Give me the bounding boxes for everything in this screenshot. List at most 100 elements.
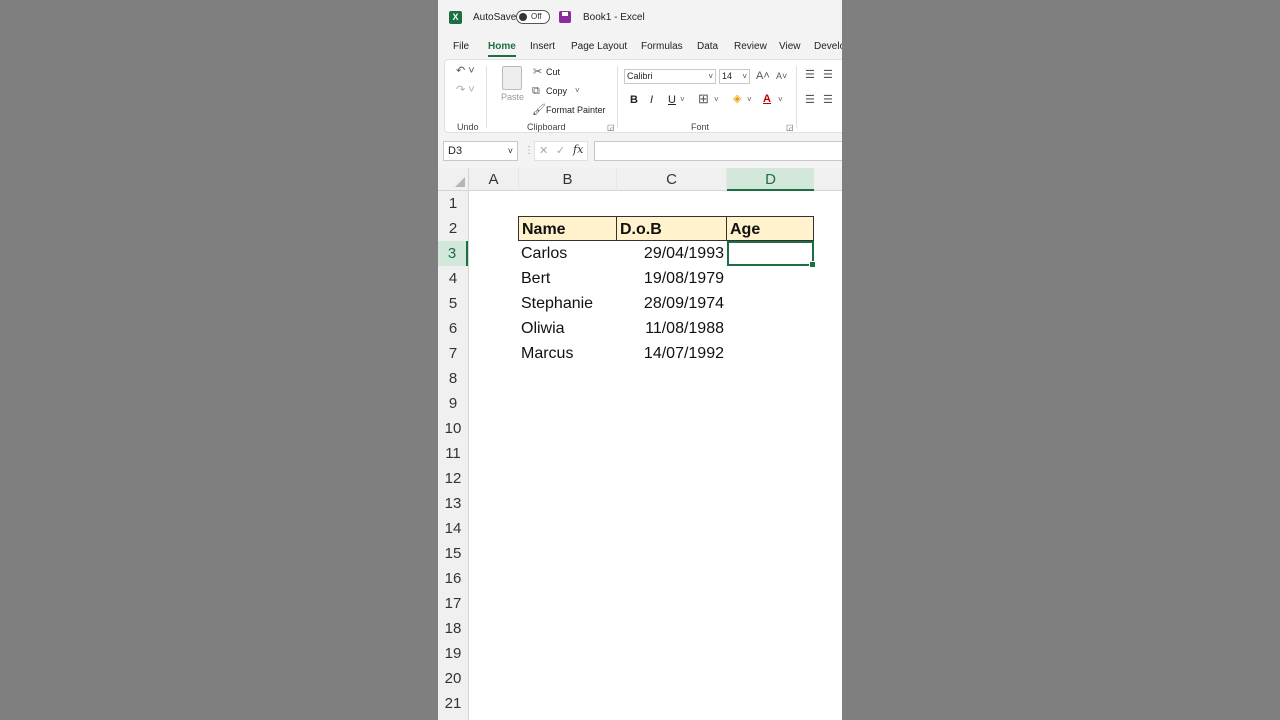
row-header-6[interactable]: 6 bbox=[438, 316, 468, 341]
cut-icon[interactable]: ✂ bbox=[533, 66, 542, 78]
column-header-d[interactable]: D bbox=[727, 168, 814, 191]
decrease-font-icon[interactable]: A˅ bbox=[776, 70, 787, 82]
autosave-toggle[interactable]: Off bbox=[516, 10, 550, 24]
align-center-icon[interactable]: ☰ bbox=[823, 94, 833, 106]
row-header-21[interactable]: 21 bbox=[438, 691, 468, 716]
row-header-20[interactable]: 20 bbox=[438, 666, 468, 691]
row-header-11[interactable]: 11 bbox=[438, 441, 468, 466]
font-name-value: Calibri bbox=[627, 71, 653, 81]
more-options-icon[interactable]: ⋮ bbox=[524, 145, 534, 157]
tab-review[interactable]: Review bbox=[734, 41, 767, 52]
formula-input[interactable] bbox=[594, 141, 842, 161]
cell-b3[interactable]: Carlos bbox=[518, 241, 617, 266]
fill-color-chevron-icon[interactable]: ˅ bbox=[747, 94, 752, 106]
tab-data[interactable]: Data bbox=[697, 41, 718, 52]
excel-logo-icon: X bbox=[449, 11, 462, 24]
font-size-dropdown[interactable]: 14 ˅ bbox=[719, 69, 750, 84]
cell-b7[interactable]: Marcus bbox=[518, 341, 617, 366]
row-header-3[interactable]: 3 bbox=[438, 241, 468, 266]
row-header-19[interactable]: 19 bbox=[438, 641, 468, 666]
row-header-5[interactable]: 5 bbox=[438, 291, 468, 316]
name-box[interactable]: D3 ˅ bbox=[443, 141, 518, 161]
row-header-16[interactable]: 16 bbox=[438, 566, 468, 591]
row-header-18[interactable]: 18 bbox=[438, 616, 468, 641]
clipboard-launcher-icon[interactable]: ◲ bbox=[607, 122, 615, 134]
align-top-icon[interactable]: ☰ bbox=[805, 69, 815, 81]
cell-b5[interactable]: Stephanie bbox=[518, 291, 617, 316]
row-header-10[interactable]: 10 bbox=[438, 416, 468, 441]
cell-c6[interactable]: 11/08/1988 bbox=[616, 316, 727, 341]
row-header-7[interactable]: 7 bbox=[438, 341, 468, 366]
row-header-17[interactable]: 17 bbox=[438, 591, 468, 616]
row-header-4[interactable]: 4 bbox=[438, 266, 468, 291]
font-name-dropdown[interactable]: Calibri ˅ bbox=[624, 69, 716, 84]
align-left-icon[interactable]: ☰ bbox=[805, 94, 815, 106]
insert-function-icon[interactable]: fx bbox=[573, 144, 583, 156]
tab-formulas[interactable]: Formulas bbox=[641, 41, 683, 52]
cancel-icon[interactable]: ✕ bbox=[539, 145, 548, 157]
undo-group-label: Undo bbox=[457, 122, 479, 132]
tab-view[interactable]: View bbox=[779, 41, 801, 52]
align-middle-icon[interactable]: ☰ bbox=[823, 69, 833, 81]
cell-b6[interactable]: Oliwia bbox=[518, 316, 617, 341]
borders-icon[interactable]: ⊞ bbox=[698, 92, 709, 105]
fill-color-icon[interactable]: ◈ bbox=[733, 93, 741, 105]
column-header-b[interactable]: B bbox=[519, 168, 617, 191]
increase-font-icon[interactable]: A˄ bbox=[756, 70, 770, 82]
paste-button[interactable]: Paste bbox=[501, 92, 524, 102]
font-color-icon[interactable]: A bbox=[763, 93, 771, 105]
chevron-down-icon: ˅ bbox=[742, 72, 747, 81]
row-header-8[interactable]: 8 bbox=[438, 366, 468, 391]
formula-buttons: ✕ ✓ fx bbox=[534, 141, 588, 161]
cell-d2[interactable]: Age bbox=[726, 216, 814, 241]
cell-c2[interactable]: D.o.B bbox=[616, 216, 727, 241]
row-headers: 1 2 3 4 5 6 7 8 9 10 11 12 13 14 15 16 1… bbox=[438, 191, 469, 720]
underline-chevron-icon[interactable]: ˅ bbox=[680, 94, 685, 106]
cell-b2[interactable]: Name bbox=[518, 216, 617, 241]
name-box-value: D3 bbox=[448, 145, 463, 157]
italic-button[interactable]: I bbox=[650, 94, 653, 106]
cell-c4[interactable]: 19/08/1979 bbox=[616, 266, 727, 291]
cell-b4[interactable]: Bert bbox=[518, 266, 617, 291]
row-header-15[interactable]: 15 bbox=[438, 541, 468, 566]
copy-icon[interactable]: ⧉ bbox=[532, 85, 540, 97]
column-header-e[interactable] bbox=[814, 168, 842, 191]
row-header-14[interactable]: 14 bbox=[438, 516, 468, 541]
row-header-2[interactable]: 2 bbox=[438, 216, 468, 241]
undo-icon[interactable]: ↶ ˅ bbox=[456, 65, 475, 77]
underline-button[interactable]: U bbox=[668, 94, 676, 106]
cell-c7[interactable]: 14/07/1992 bbox=[616, 341, 727, 366]
select-all-button[interactable] bbox=[438, 168, 469, 191]
row-header-13[interactable]: 13 bbox=[438, 491, 468, 516]
format-painter-button[interactable]: Format Painter bbox=[546, 105, 606, 115]
row-header-9[interactable]: 9 bbox=[438, 391, 468, 416]
borders-chevron-icon[interactable]: ˅ bbox=[714, 94, 719, 106]
tab-insert[interactable]: Insert bbox=[530, 41, 555, 52]
ribbon: ↶ ˅ ↷ ˅ Undo Paste ✂ Cut ⧉ Copy ˅ 🖌 Form… bbox=[444, 59, 842, 133]
bold-button[interactable]: B bbox=[630, 94, 638, 106]
tab-file[interactable]: File bbox=[453, 41, 469, 52]
cut-button[interactable]: Cut bbox=[546, 67, 560, 77]
column-header-c[interactable]: C bbox=[617, 168, 727, 191]
format-painter-icon[interactable]: 🖌 bbox=[532, 104, 546, 116]
active-cell-d3[interactable] bbox=[727, 241, 816, 268]
cell-c5[interactable]: 28/09/1974 bbox=[616, 291, 727, 316]
paste-icon[interactable] bbox=[502, 66, 522, 90]
clipboard-group-label: Clipboard bbox=[527, 122, 566, 132]
autosave-label: AutoSave bbox=[473, 12, 517, 23]
tab-page-layout[interactable]: Page Layout bbox=[571, 41, 627, 52]
chevron-down-icon: ˅ bbox=[708, 72, 713, 81]
tab-developer[interactable]: Develo bbox=[814, 41, 842, 52]
enter-icon[interactable]: ✓ bbox=[556, 145, 565, 157]
row-header-12[interactable]: 12 bbox=[438, 466, 468, 491]
save-icon[interactable] bbox=[559, 11, 571, 23]
copy-button[interactable]: Copy bbox=[546, 86, 567, 96]
font-launcher-icon[interactable]: ◲ bbox=[786, 122, 794, 134]
redo-icon[interactable]: ↷ ˅ bbox=[456, 84, 475, 96]
copy-dropdown-chevron-icon[interactable]: ˅ bbox=[575, 85, 580, 97]
row-header-1[interactable]: 1 bbox=[438, 191, 468, 216]
font-color-chevron-icon[interactable]: ˅ bbox=[778, 94, 783, 106]
column-header-a[interactable]: A bbox=[469, 168, 519, 191]
cell-c3[interactable]: 29/04/1993 bbox=[616, 241, 727, 266]
tab-home[interactable]: Home bbox=[488, 41, 516, 57]
